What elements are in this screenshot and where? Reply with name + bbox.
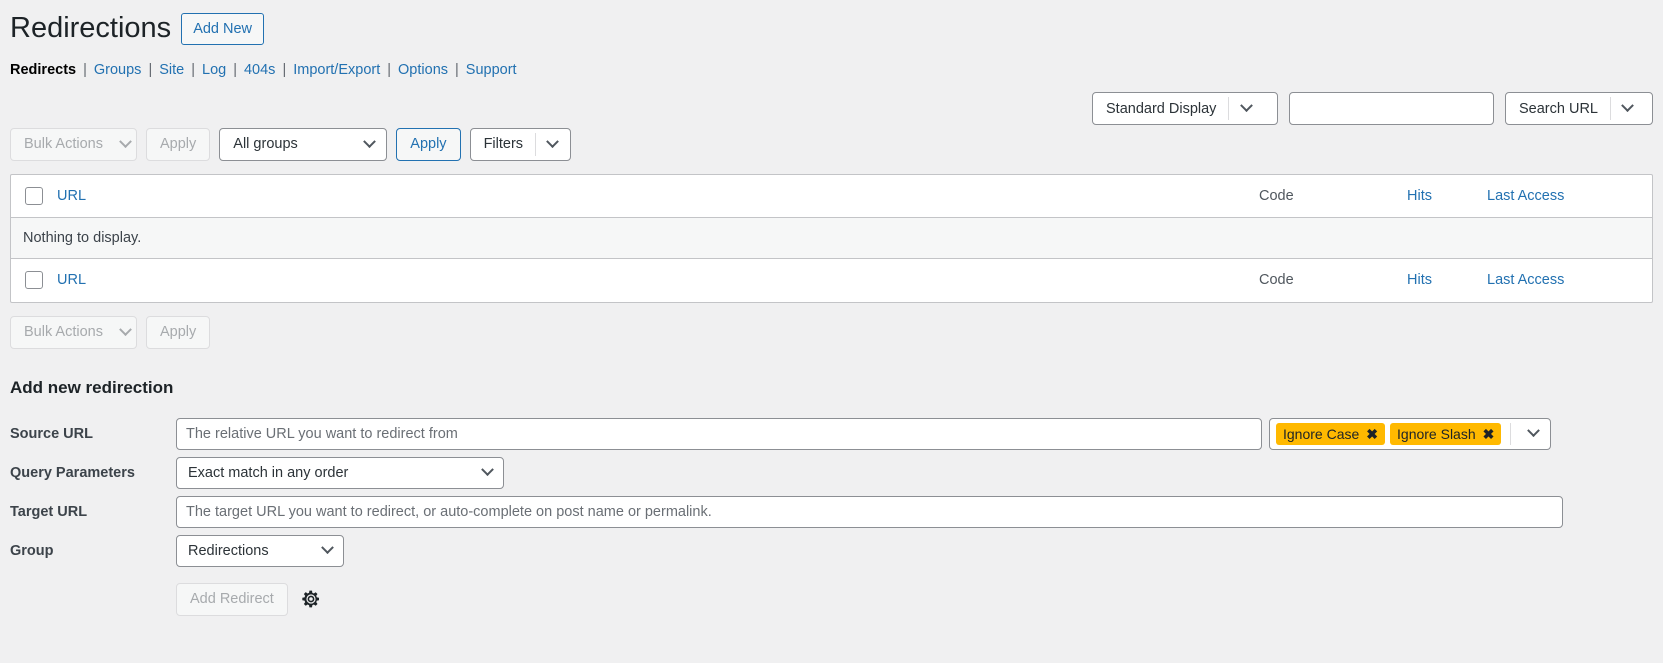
chevron-down-icon [352, 129, 386, 160]
flag-ignore-slash[interactable]: Ignore Slash ✖ [1390, 422, 1502, 445]
tablenav-top: Bulk Actions Apply All groups Apply Filt… [10, 127, 1653, 161]
subnav-separator: | [191, 61, 195, 78]
apply-bulk-button-top[interactable]: Apply [146, 127, 211, 161]
add-redirection-form: Source URL Ignore Case ✖ Ignore Slash ✖ [10, 417, 1653, 616]
flag-ignore-slash-label: Ignore Slash [1397, 425, 1476, 442]
apply-bulk-button-bottom[interactable]: Apply [146, 315, 211, 349]
group-label: Group [10, 542, 54, 559]
column-footer-hits[interactable]: Hits [1407, 272, 1487, 288]
flag-ignore-case[interactable]: Ignore Case ✖ [1276, 422, 1386, 445]
chevron-down-icon[interactable] [1516, 424, 1550, 438]
search-input[interactable] [1289, 92, 1494, 125]
submit-controls: Add Redirect [176, 582, 321, 616]
filters-select[interactable]: Filters [469, 127, 571, 161]
group-value: Redirections [188, 542, 269, 559]
source-url-input[interactable] [176, 417, 1262, 450]
select-all-footer-cell [11, 271, 57, 290]
chevron-down-icon [321, 541, 334, 555]
column-header-last-access[interactable]: Last Access [1487, 188, 1652, 204]
form-title: Add new redirection [10, 377, 174, 397]
chevron-down-icon [481, 463, 494, 477]
target-url-input[interactable] [176, 495, 1563, 528]
bulk-actions-select-top[interactable]: Bulk Actions [10, 127, 137, 161]
group-filter-label: All groups [233, 136, 298, 153]
group-select[interactable]: Redirections [176, 534, 344, 567]
subnav: Redirects | Groups | Site | Log | 404s |… [10, 62, 1653, 78]
query-parameters-label: Query Parameters [10, 464, 135, 481]
column-header-hits[interactable]: Hits [1407, 188, 1487, 204]
subnav-separator: | [233, 61, 237, 78]
display-controls: Standard Display Search URL [1092, 92, 1653, 125]
select-all-header-cell [11, 186, 57, 205]
chevron-down-icon [115, 129, 136, 160]
add-redirect-button[interactable]: Add Redirect [176, 582, 288, 616]
subnav-separator: | [148, 61, 153, 78]
subnav-item-options[interactable]: Options [398, 62, 448, 78]
group-filter-select[interactable]: All groups [219, 127, 388, 161]
column-footer-url[interactable]: URL [57, 272, 1259, 288]
target-url-label: Target URL [10, 503, 88, 520]
query-parameters-select[interactable]: Exact match in any order [176, 456, 504, 489]
bulk-actions-select-bottom[interactable]: Bulk Actions [10, 315, 137, 349]
search-scope-select[interactable]: Search URL [1505, 92, 1653, 125]
close-icon[interactable]: ✖ [1366, 427, 1378, 441]
chevron-down-icon [115, 317, 136, 348]
subnav-item-support[interactable]: Support [466, 62, 517, 78]
display-mode-select[interactable]: Standard Display [1092, 92, 1278, 125]
match-flags-select[interactable]: Ignore Case ✖ Ignore Slash ✖ [1269, 417, 1552, 450]
empty-state-message: Nothing to display. [23, 229, 142, 246]
empty-state-row: Nothing to display. [11, 217, 1652, 259]
source-url-label: Source URL [10, 425, 93, 442]
column-header-code: Code [1259, 187, 1294, 204]
column-footer-last-access[interactable]: Last Access [1487, 272, 1652, 288]
chevron-down-icon [1611, 93, 1645, 124]
subnav-item-404s[interactable]: 404s [244, 62, 275, 78]
chevron-down-icon [536, 129, 570, 160]
form-row-submit: Add Redirect [10, 574, 1653, 616]
query-parameters-value: Exact match in any order [188, 464, 349, 481]
subnav-item-import-export[interactable]: Import/Export [293, 62, 380, 78]
subnav-separator: | [387, 61, 392, 78]
form-row-query-parameters: Query Parameters Exact match in any orde… [10, 456, 1653, 489]
chevron-down-icon [1229, 93, 1263, 124]
filters-label: Filters [483, 136, 524, 153]
apply-group-filter-button[interactable]: Apply [396, 127, 461, 161]
subnav-separator: | [455, 61, 459, 78]
flag-ignore-case-label: Ignore Case [1283, 425, 1360, 442]
redirects-table: URL Code Hits Last Access Nothing to dis… [10, 173, 1653, 303]
subnav-item-log[interactable]: Log [202, 62, 226, 78]
gear-icon[interactable] [301, 589, 321, 609]
table-footer-row: URL Code Hits Last Access [11, 259, 1652, 302]
subnav-separator: | [282, 61, 287, 78]
tablenav-bottom: Bulk Actions Apply [10, 315, 1653, 349]
subnav-item-redirects[interactable]: Redirects [10, 62, 76, 78]
subnav-separator: | [83, 61, 87, 78]
select-all-checkbox-bottom[interactable] [25, 271, 43, 290]
search-scope-label: Search URL [1519, 100, 1598, 117]
source-url-controls: Ignore Case ✖ Ignore Slash ✖ [176, 417, 1552, 450]
column-footer-code: Code [1259, 272, 1294, 289]
bulk-actions-label: Bulk Actions [24, 324, 103, 341]
select-all-checkbox-top[interactable] [25, 186, 43, 205]
page-title: Redirections [10, 12, 172, 44]
subnav-item-site[interactable]: Site [159, 62, 184, 78]
add-new-button[interactable]: Add New [181, 12, 265, 45]
display-mode-label: Standard Display [1106, 100, 1217, 117]
column-header-url[interactable]: URL [57, 188, 1259, 204]
select-divider [1510, 422, 1512, 445]
redirections-page: Redirections Add New Redirects | Groups … [0, 0, 1663, 663]
subnav-item-groups[interactable]: Groups [94, 62, 142, 78]
form-row-source-url: Source URL Ignore Case ✖ Ignore Slash ✖ [10, 417, 1653, 450]
page-header: Redirections Add New [10, 0, 1653, 48]
submit-spacer [10, 574, 176, 582]
table-header-row: URL Code Hits Last Access [11, 175, 1652, 218]
form-row-target-url: Target URL [10, 495, 1653, 528]
close-icon[interactable]: ✖ [1483, 427, 1495, 441]
bulk-actions-label: Bulk Actions [24, 136, 103, 153]
form-row-group: Group Redirections [10, 534, 1653, 567]
